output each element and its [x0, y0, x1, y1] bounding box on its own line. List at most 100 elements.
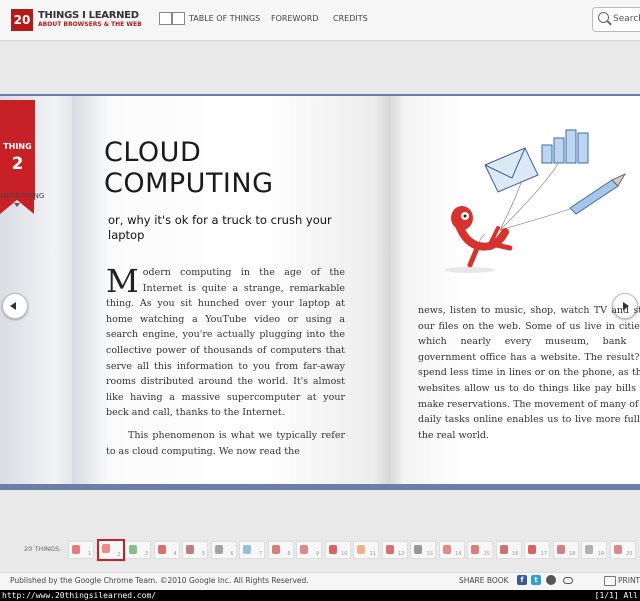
thumbnail-image	[357, 545, 365, 554]
chapter-title-line1: CLOUD	[104, 137, 202, 168]
strip-label: 20 THINGS:	[24, 545, 62, 553]
paragraph-1: Modern computing in the age of the Inter…	[106, 265, 345, 421]
thumbnail-thing-3[interactable]: 3	[125, 541, 151, 559]
paragraph-2: This phenomenon is what we typically ref…	[106, 429, 345, 457]
thumbnail-image	[556, 545, 565, 554]
thumbnail-number: 5	[201, 551, 205, 557]
thumbnail-number: 13	[426, 551, 433, 557]
thumbnail-thing-7[interactable]: 7	[239, 541, 265, 559]
thumbnail-number: 4	[173, 551, 177, 557]
search-icon	[598, 12, 609, 23]
table-of-things-icon[interactable]	[159, 12, 185, 25]
thumbnail-thing-18[interactable]: 18	[552, 541, 579, 559]
thumbnail-image	[442, 545, 451, 554]
previous-page-button[interactable]	[2, 293, 28, 319]
search-input[interactable]: Search	[592, 7, 640, 32]
chapter-title: CLOUD COMPUTING	[104, 137, 354, 199]
thumbnail-number: 8	[287, 551, 291, 557]
envelope-icon	[484, 147, 539, 193]
thumbnail-image	[214, 545, 223, 554]
chapter-title-line2: COMPUTING	[104, 168, 274, 199]
mascot-figure	[445, 206, 513, 273]
thumbnail-image	[499, 545, 508, 554]
thumbnail-thing-1[interactable]: 1	[68, 541, 94, 559]
thumbnail-image	[385, 545, 394, 554]
logo-number: 20	[11, 9, 33, 31]
thumbnail-thing-12[interactable]: 12	[381, 541, 408, 559]
link-icon[interactable]	[563, 577, 573, 584]
thumbnail-number: 3	[144, 551, 148, 557]
status-position: [1/1] All	[594, 591, 638, 600]
thumbnail-thing-16[interactable]: 16	[495, 541, 522, 559]
thumbnail-thing-4[interactable]: 4	[153, 541, 180, 559]
logo-title: THINGS I LEARNED	[38, 10, 139, 21]
publisher-text: Published by the Google Chrome Team. ©20…	[10, 576, 309, 585]
thumbnail-thing-8[interactable]: 8	[267, 541, 294, 559]
thumbnail-number: 14	[455, 551, 462, 557]
bar-chart-icon	[541, 129, 589, 164]
thumbnail-image	[186, 545, 194, 554]
thumbnail-thing-10[interactable]: 10	[324, 541, 351, 559]
thumbnail-thing-14[interactable]: 14	[438, 541, 465, 559]
thumbnail-image	[101, 544, 110, 553]
thumbnail-image	[157, 545, 166, 554]
twitter-icon[interactable]: t	[531, 575, 541, 585]
body-column-right: news, listen to music, shop, watch TV an…	[418, 303, 640, 443]
print-button[interactable]: PRINT	[618, 576, 640, 585]
thumbnail-image	[528, 545, 536, 554]
thumbnail-image	[72, 545, 80, 554]
print-icon[interactable]	[604, 576, 616, 586]
thumbnail-thing-11[interactable]: 11	[353, 541, 379, 559]
thumbnail-thing-19[interactable]: 19	[581, 541, 607, 559]
thumbnail-number: 9	[315, 551, 319, 557]
thing-ribbon: THING 2	[0, 100, 35, 214]
browser-status-bar: http://www.20thingsilearned.com/ [1/1] A…	[0, 590, 640, 601]
ribbon-label: THING	[3, 142, 32, 151]
buzz-icon[interactable]	[546, 575, 556, 585]
thumbnail-thing-20[interactable]: 20	[609, 541, 636, 559]
thumbnail-number: 6	[230, 551, 234, 557]
thumbnail-thing-6[interactable]: 6	[210, 541, 237, 559]
footer: Published by the Google Chrome Team. ©20…	[0, 572, 640, 591]
nav-table-of-things[interactable]: TABLE OF THINGS	[189, 14, 260, 23]
thumbnail-thing-2[interactable]: 2	[96, 539, 125, 561]
body-column-left: Modern computing in the age of the Inter…	[106, 265, 345, 466]
nav-foreword[interactable]: FOREWORD	[271, 14, 318, 23]
logo-subtitle: ABOUT BROWSERS & THE WEB	[38, 21, 142, 28]
thumbnail-image	[613, 545, 622, 554]
thumbnail-image	[585, 545, 593, 554]
thumbnail-thing-5[interactable]: 5	[182, 541, 208, 559]
thumbnail-number: 16	[512, 551, 519, 557]
thumbnail-thing-15[interactable]: 15	[467, 541, 493, 559]
thumbnail-number: 19	[597, 551, 604, 557]
thumbnail-image	[300, 545, 308, 554]
thumbnail-image	[271, 545, 280, 554]
thumbnail-image	[328, 545, 337, 554]
thumbnail-number: 10	[341, 551, 348, 557]
drop-cap: M	[106, 262, 139, 300]
right-column-text: news, listen to music, shop, watch TV an…	[418, 305, 640, 441]
thumbnail-number: 15	[483, 551, 490, 557]
chapter-subtitle: or, why it's ok for a truck to crush you…	[108, 213, 332, 242]
thumbnail-image	[243, 545, 251, 554]
thumbnail-image	[471, 545, 479, 554]
nav-credits[interactable]: CREDITS	[333, 14, 368, 23]
search-label: Search	[613, 14, 640, 24]
share-thing-button[interactable]: SHARE THING	[0, 192, 44, 200]
thumbnail-image	[129, 545, 137, 554]
facebook-icon[interactable]: f	[517, 575, 527, 585]
cloud-computing-illustration	[445, 129, 626, 273]
thumbnail-strip: 1 2 3 4 5 6 7 8 9 10 11 12 13 14 15 16 17 18 19 20	[68, 539, 640, 561]
thumbnail-thing-9[interactable]: 9	[296, 541, 322, 559]
share-book-label: SHARE BOOK	[459, 576, 509, 585]
header: 20 THINGS I LEARNED ABOUT BROWSERS & THE…	[0, 0, 640, 41]
thumbnail-number: 11	[369, 551, 376, 557]
arrow-left-icon	[10, 302, 16, 310]
thumbnail-number: 12	[398, 551, 405, 557]
thumbnail-number: 7	[258, 551, 262, 557]
thumbnail-number: 17	[540, 551, 547, 557]
thumbnail-thing-17[interactable]: 17	[524, 541, 550, 559]
thumbnail-thing-13[interactable]: 13	[410, 541, 436, 559]
pencil-icon	[569, 173, 626, 215]
thumbnail-number: 2	[117, 552, 121, 558]
